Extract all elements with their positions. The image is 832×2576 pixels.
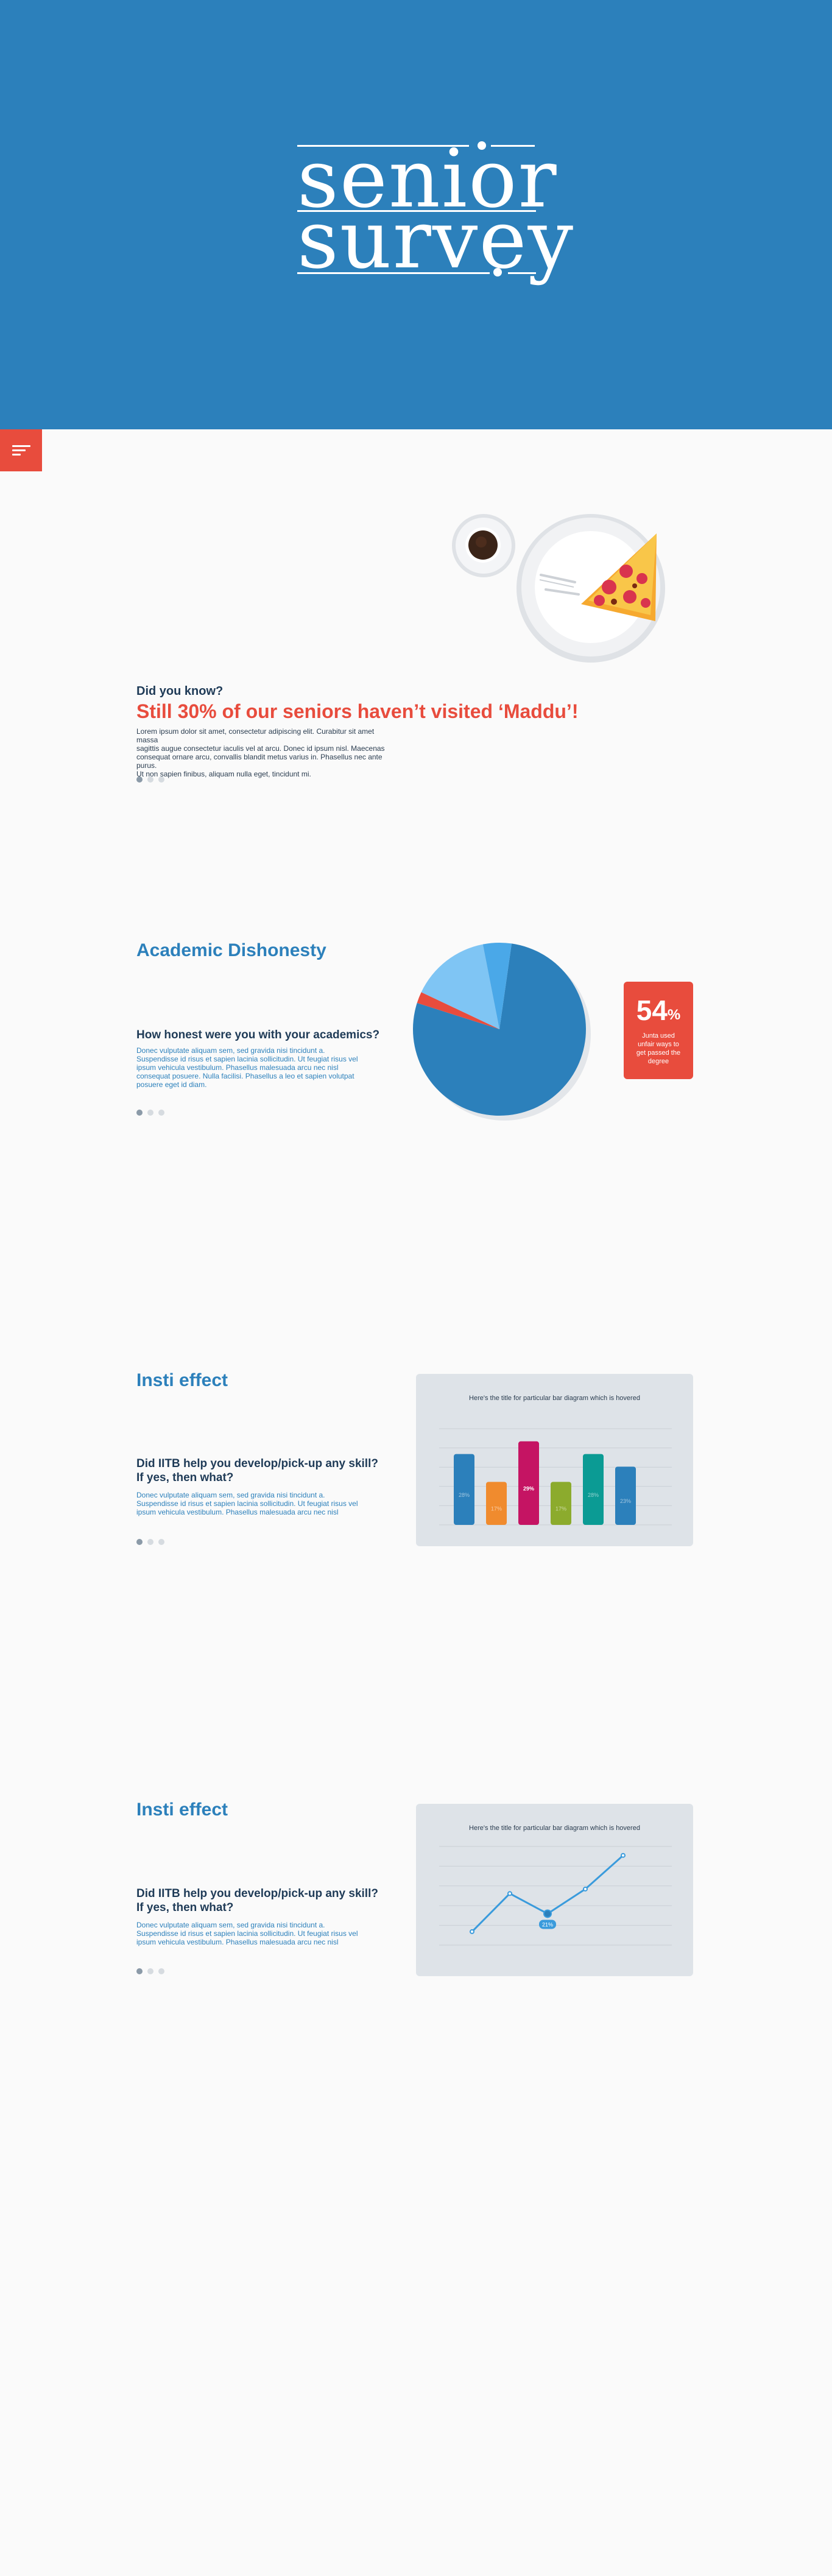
slide-dot[interactable] <box>147 776 153 783</box>
line-chart: 21% <box>439 1846 672 1946</box>
logo-word-survey: survey <box>297 193 575 287</box>
section-body: Donec vulputate aliquam sem, sed gravida… <box>136 1491 358 1516</box>
section-title: Academic Dishonesty <box>136 940 326 960</box>
point-tooltip-label: 21% <box>542 1921 553 1927</box>
slide-dot[interactable] <box>147 1539 153 1545</box>
line-point[interactable] <box>507 1891 512 1896</box>
section-question: Did IITB help you develop/pick-up any sk… <box>136 1887 378 1914</box>
bar[interactable] <box>583 1454 604 1525</box>
bar-value-label: 29% <box>523 1485 534 1491</box>
bar-chart: 28% 17% 29% 17% 28% 23% <box>439 1428 672 1526</box>
slide-dot[interactable] <box>158 1539 164 1545</box>
coffee-cup-icon <box>452 514 515 577</box>
line-point[interactable] <box>621 1853 626 1858</box>
stat-card: 54% Junta used unfair ways to get passed… <box>624 982 693 1079</box>
line-chart-panel: Here's the title for particular bar diag… <box>416 1804 693 1976</box>
section-title: Insti effect <box>136 1370 228 1390</box>
bar-value-label: 28% <box>459 1492 470 1498</box>
slide-dot[interactable] <box>136 776 143 783</box>
bar[interactable] <box>615 1466 636 1525</box>
bar[interactable] <box>454 1454 474 1525</box>
maddu-headline: Still 30% of our seniors haven’t visited… <box>136 700 579 722</box>
bar-value-label: 23% <box>620 1498 631 1504</box>
stat-unit: % <box>667 1007 681 1023</box>
section-body: Donec vulputate aliquam sem, sed gravida… <box>136 1921 358 1946</box>
bar[interactable] <box>551 1482 571 1525</box>
bar[interactable] <box>486 1482 507 1525</box>
slide-dot[interactable] <box>136 1110 143 1116</box>
slide-dots <box>136 776 164 783</box>
slide-dots <box>136 1968 164 1974</box>
line-point[interactable] <box>470 1929 474 1934</box>
line-point[interactable] <box>583 1886 588 1892</box>
bar-value-label: 17% <box>491 1506 502 1512</box>
bar-value-label: 17% <box>555 1506 566 1512</box>
bar-value-label: 28% <box>588 1492 599 1498</box>
menu-button[interactable] <box>0 429 42 471</box>
slide-dot[interactable] <box>147 1968 153 1974</box>
slide-dot[interactable] <box>136 1539 143 1545</box>
stat-caption: Junta used unfair ways to get passed the… <box>636 1032 681 1065</box>
pie-chart <box>413 943 591 1121</box>
coffee-pizza-illustration <box>452 514 665 663</box>
did-you-know-body: Lorem ipsum dolor sit amet, consectetur … <box>136 727 385 778</box>
slide-dot[interactable] <box>158 776 164 783</box>
section-title: Insti effect <box>136 1800 228 1820</box>
slide-dot[interactable] <box>147 1110 153 1116</box>
did-you-know-kicker: Did you know? <box>136 684 224 698</box>
slide-dots <box>136 1110 164 1116</box>
bar[interactable] <box>518 1441 539 1525</box>
section-body: Donec vulputate aliquam sem, sed gravida… <box>136 1046 358 1089</box>
slide-dot[interactable] <box>158 1110 164 1116</box>
slide-dot[interactable] <box>158 1968 164 1974</box>
line-point[interactable] <box>543 1909 552 1918</box>
section-question: Did IITB help you develop/pick-up any sk… <box>136 1457 378 1484</box>
stat-value: 54 <box>636 994 668 1026</box>
hero-banner: senior survey <box>0 0 832 429</box>
bar-chart-panel: Here's the title for particular bar diag… <box>416 1374 693 1546</box>
slide-dots <box>136 1539 164 1545</box>
section-question: How honest were you with your academics? <box>136 1029 380 1041</box>
senior-survey-logo: senior survey <box>297 139 573 283</box>
slide-dot[interactable] <box>136 1968 143 1974</box>
pizza-plate-icon <box>516 514 665 663</box>
